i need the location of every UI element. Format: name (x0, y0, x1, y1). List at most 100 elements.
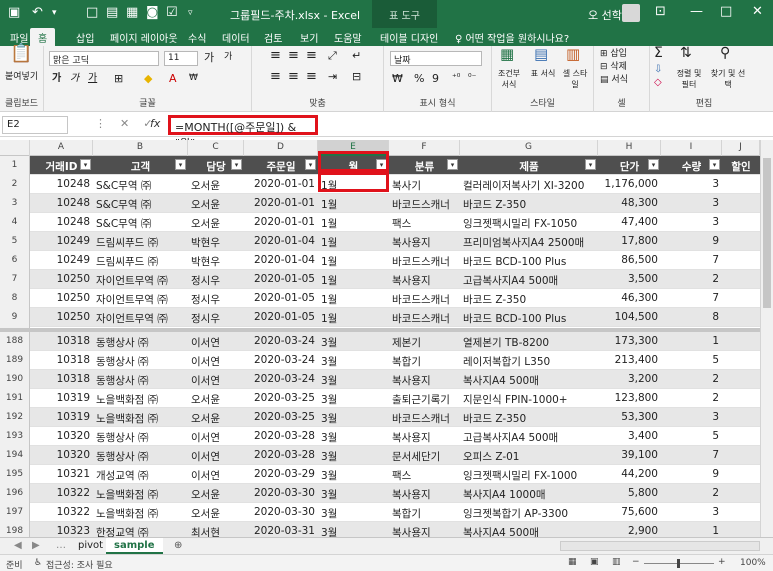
cell[interactable]: 8 (661, 308, 722, 327)
cell[interactable] (722, 289, 760, 308)
table-row[interactable]: 4 10248 S&C무역 ㈜ 오서윤 2020-01-01 1월 팩스 잉크젯팩시밀리 FX… (0, 213, 760, 232)
cell[interactable]: 3월 (318, 446, 389, 465)
cell[interactable]: 2020-01-01 (244, 175, 318, 194)
cell[interactable]: 노을백화점 ㈜ (93, 408, 188, 427)
cell[interactable]: 1,176,000 (598, 175, 661, 194)
camera-icon[interactable]: ◙ (146, 5, 159, 20)
vertical-scrollbar[interactable] (760, 140, 773, 540)
header-cell[interactable]: 거래ID ▾ (30, 156, 93, 175)
cell[interactable] (722, 332, 760, 351)
row-number[interactable]: 2 (0, 175, 30, 194)
sort-filter-button[interactable]: 정렬 및 필터 (672, 68, 706, 90)
row-number[interactable]: 189 (0, 351, 30, 370)
header-cell[interactable]: 분류 ▾ (389, 156, 460, 175)
row-number[interactable]: 192 (0, 408, 30, 427)
conditional-format-icon[interactable]: ▦ (500, 47, 514, 62)
cell[interactable]: 2020-01-04 (244, 232, 318, 251)
filter-dropdown-icon[interactable]: ▾ (231, 159, 242, 170)
increase-decimal-icon[interactable]: ⁺⁰ (452, 73, 460, 84)
select-all-corner[interactable] (0, 140, 30, 156)
font-shrink-button[interactable]: 가 (224, 52, 232, 63)
column-header-g[interactable]: G (460, 140, 598, 156)
tab-help[interactable]: 도움말 (334, 28, 362, 46)
tab-review[interactable]: 검토 (264, 28, 282, 46)
cell[interactable]: 3월 (318, 484, 389, 503)
cell[interactable]: 바코드 Z-350 (460, 194, 598, 213)
cell[interactable]: 1월 (318, 308, 389, 327)
cell[interactable]: 10248 (30, 213, 93, 232)
cell[interactable]: 지문인식 FPIN-1000+ (460, 389, 598, 408)
cell[interactable]: 75,600 (598, 503, 661, 522)
ribbon-options-icon[interactable]: ⊡ (655, 4, 666, 19)
table-row[interactable]: 8 10250 자이언트무역 ㈜ 정시우 2020-01-05 1월 바코드스캐너 바코드 Z… (0, 289, 760, 308)
filter-dropdown-icon[interactable]: ▾ (80, 159, 91, 170)
cell[interactable]: 팩스 (389, 213, 460, 232)
cell[interactable]: 44,200 (598, 465, 661, 484)
minimize-icon[interactable]: — (690, 4, 703, 19)
cell[interactable]: 3월 (318, 465, 389, 484)
cell[interactable] (722, 175, 760, 194)
cell[interactable]: 3 (661, 503, 722, 522)
find-select-icon[interactable]: ⚲ (720, 46, 730, 60)
maximize-icon[interactable]: □ (720, 4, 732, 19)
sheet-tab-pivot[interactable]: pivot (70, 538, 111, 554)
fill-icon[interactable]: ⇩ (654, 64, 662, 75)
tab-data[interactable]: 데이터 (222, 28, 250, 46)
filter-dropdown-icon[interactable]: ▾ (175, 159, 186, 170)
cell[interactable]: 2020-01-01 (244, 213, 318, 232)
cell[interactable]: 복사지A4 1000매 (460, 484, 598, 503)
cell[interactable]: 바코드 BCD-100 Plus (460, 251, 598, 270)
column-header-h[interactable]: H (598, 140, 661, 156)
cell[interactable]: 노을백화점 ㈜ (93, 389, 188, 408)
zoom-level[interactable]: 100% (740, 558, 766, 568)
cell[interactable]: 10318 (30, 351, 93, 370)
column-header-i[interactable]: I (661, 140, 722, 156)
cell[interactable]: 복사용지 (389, 370, 460, 389)
cell[interactable]: 바코드스캐너 (389, 308, 460, 327)
undo-icon[interactable]: ↶ (32, 5, 43, 20)
wrap-text-icon[interactable]: ↵ (352, 50, 361, 61)
tab-formulas[interactable]: 수식 (188, 28, 206, 46)
cell[interactable]: 10250 (30, 308, 93, 327)
format-cells-button[interactable]: ▤ 서식 (600, 75, 628, 86)
cell[interactable]: 고급복사지A4 500매 (460, 270, 598, 289)
cell[interactable]: 바코드스캐너 (389, 251, 460, 270)
cell[interactable]: 9 (661, 232, 722, 251)
cell[interactable] (722, 370, 760, 389)
zoom-out-icon[interactable]: − (632, 557, 640, 567)
table-row[interactable]: 195 10321 개성교역 ㈜ 이서연 2020-03-29 3월 팩스 잉크젯팩시밀리 F… (0, 465, 760, 484)
percent-button[interactable]: % (414, 73, 424, 84)
cell[interactable]: 1월 (318, 270, 389, 289)
currency-icon[interactable]: ₩ (392, 73, 403, 84)
cell[interactable]: 10250 (30, 270, 93, 289)
user-name[interactable]: 오 선학 (588, 7, 622, 23)
cell[interactable]: 10319 (30, 408, 93, 427)
cell[interactable]: 46,300 (598, 289, 661, 308)
row-number[interactable]: 4 (0, 213, 30, 232)
orientation-icon[interactable]: ⤢ (328, 50, 337, 61)
cell[interactable]: 10322 (30, 484, 93, 503)
accessibility-status[interactable]: 접근성: 조사 필요 (46, 558, 113, 571)
row-number[interactable]: 194 (0, 446, 30, 465)
table-row[interactable]: 6 10249 드림씨푸드 ㈜ 박현우 2020-01-04 1월 바코드스캐너 바코드 BC… (0, 251, 760, 270)
open-file-icon[interactable]: ▤ (106, 5, 118, 20)
cell[interactable]: 10248 (30, 175, 93, 194)
cell[interactable]: 3월 (318, 408, 389, 427)
cell[interactable]: 10322 (30, 503, 93, 522)
cell[interactable]: 드림씨푸드 ㈜ (93, 251, 188, 270)
cell[interactable]: 바코드 Z-350 (460, 289, 598, 308)
comma-button[interactable]: 9 (432, 73, 439, 84)
cell[interactable]: 동행상사 ㈜ (93, 370, 188, 389)
cell[interactable]: 오서윤 (188, 175, 244, 194)
zoom-slider-thumb[interactable] (677, 559, 680, 568)
cell[interactable]: 이서연 (188, 332, 244, 351)
table-row[interactable]: 3 10248 S&C무역 ㈜ 오서윤 2020-01-01 1월 바코드스캐너 바코드 Z-… (0, 194, 760, 213)
cell[interactable]: 47,400 (598, 213, 661, 232)
cell[interactable] (722, 484, 760, 503)
table-row[interactable]: 190 10318 동행상사 ㈜ 이서연 2020-03-24 3월 복사용지 복사지A4 5… (0, 370, 760, 389)
table-row[interactable]: 193 10320 동행상사 ㈜ 이서연 2020-03-28 3월 복사용지 고급복사지A4… (0, 427, 760, 446)
phonetic-icon[interactable]: ₩ (189, 73, 198, 84)
cell[interactable]: 1월 (318, 213, 389, 232)
cell[interactable]: 3,200 (598, 370, 661, 389)
column-header-a[interactable]: A (30, 140, 93, 156)
